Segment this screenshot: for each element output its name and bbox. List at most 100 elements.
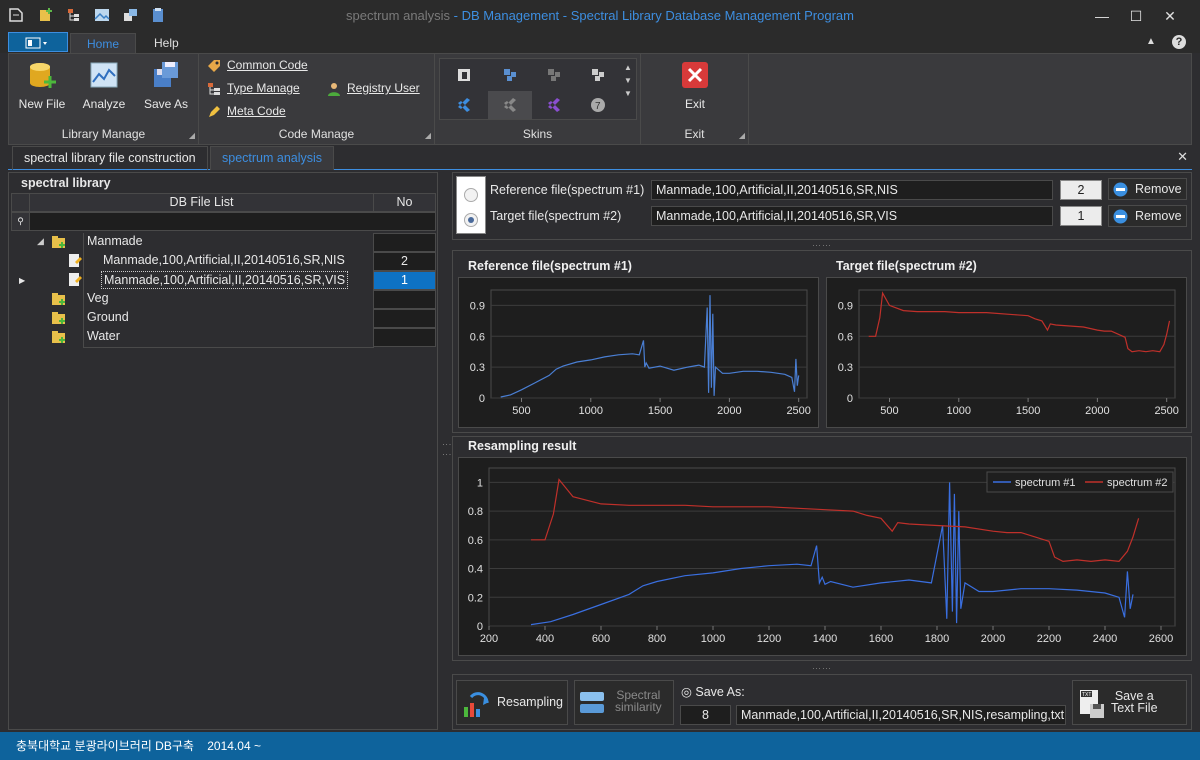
remove-icon bbox=[1113, 182, 1128, 197]
save-filename-field[interactable]: Manmade,100,Artificial,II,20140516,SR,NI… bbox=[736, 705, 1066, 725]
selected-skin[interactable] bbox=[488, 91, 532, 119]
group-skins: 7 ▲ ▼ ▼ Skins bbox=[435, 54, 641, 144]
y-tick-label: 0.4 bbox=[468, 564, 483, 576]
tree-label: Manmade,100,Artificial,II,20140516,SR,VI… bbox=[101, 271, 349, 289]
remove-target-button[interactable]: Remove bbox=[1108, 205, 1187, 227]
action-bar: Resampling Spectral similarity ◎ Save As:… bbox=[452, 674, 1192, 730]
seven-skin-icon[interactable]: 7 bbox=[590, 97, 606, 113]
app-menu-icon bbox=[25, 37, 47, 49]
close-tab-icon[interactable]: ✕ bbox=[1177, 149, 1188, 165]
blue-skin-icon[interactable] bbox=[502, 67, 518, 83]
registry-user-button[interactable]: Registry User bbox=[327, 81, 420, 96]
close-window-button[interactable]: ✕ bbox=[1155, 4, 1185, 28]
tree-row-ground[interactable]: Ground bbox=[29, 309, 374, 328]
tree-row-file-nis[interactable]: Manmade,100,Artificial,II,20140516,SR,NI… bbox=[29, 252, 374, 271]
new-file-button[interactable]: New File bbox=[13, 58, 71, 111]
gray-skin-icon[interactable] bbox=[590, 67, 606, 83]
application-menu-button[interactable] bbox=[8, 32, 68, 52]
y-tick-label: 0.9 bbox=[838, 300, 853, 312]
tree-row-veg[interactable]: Veg bbox=[29, 290, 374, 309]
no-cell-selected[interactable]: 1 bbox=[373, 271, 436, 290]
dialog-launcher-icon[interactable]: ◢ bbox=[739, 131, 745, 140]
vs-purple-skin-icon[interactable] bbox=[546, 97, 562, 113]
title-app: - DB Management - Spectral Library Datab… bbox=[450, 8, 854, 23]
exit-button[interactable]: Exit bbox=[665, 58, 725, 111]
tree-row-manmade[interactable]: ◢ Manmade bbox=[29, 233, 374, 252]
x-tick-label: 2200 bbox=[1037, 633, 1061, 645]
y-tick-label: 0.3 bbox=[470, 362, 485, 374]
reference-chart[interactable]: 0 0.3 0.6 0.9 500 1000 1500 2000 2500 bbox=[458, 277, 819, 428]
x-tick-label: 2000 bbox=[717, 405, 741, 417]
y-tick-label: 0.3 bbox=[838, 362, 853, 374]
svg-text:7: 7 bbox=[595, 101, 601, 112]
no-cell[interactable]: 2 bbox=[373, 252, 436, 271]
y-tick-label: 0 bbox=[479, 393, 485, 405]
radio-group bbox=[456, 176, 486, 234]
no-cell[interactable] bbox=[373, 328, 436, 347]
y-tick-label: 0.6 bbox=[468, 535, 483, 547]
reference-radio[interactable] bbox=[464, 188, 478, 202]
type-manage-button[interactable]: Type Manage bbox=[207, 81, 300, 96]
spectral-similarity-button[interactable]: Spectral similarity bbox=[574, 680, 674, 725]
x-tick-label: 1400 bbox=[813, 633, 837, 645]
analyze-button[interactable]: Analyze bbox=[75, 58, 133, 111]
save-as-button[interactable]: Save As bbox=[137, 58, 195, 111]
target-chart[interactable]: 0 0.3 0.6 0.9 500 1000 1500 2000 2500 bbox=[826, 277, 1187, 428]
group-code-manage: Common Code Type Manage Meta Code Regist… bbox=[199, 54, 435, 144]
no-cell[interactable] bbox=[373, 233, 436, 252]
new-file-label: New File bbox=[18, 97, 66, 111]
tab-home[interactable]: Home bbox=[70, 33, 137, 53]
y-tick-label: 0 bbox=[847, 393, 853, 405]
tree-row-file-vis[interactable]: Manmade,100,Artificial,II,20140516,SR,VI… bbox=[29, 271, 374, 290]
vertical-splitter[interactable]: ⋮⋮ bbox=[442, 440, 452, 460]
common-code-button[interactable]: Common Code bbox=[207, 58, 308, 73]
col-header-file-list[interactable]: DB File List bbox=[29, 193, 374, 212]
maximize-button[interactable]: ☐ bbox=[1121, 4, 1151, 28]
dialog-launcher-icon[interactable]: ◢ bbox=[189, 131, 195, 140]
tree-row-water[interactable]: Water bbox=[29, 328, 374, 347]
target-file-field[interactable]: Manmade,100,Artificial,II,20140516,SR,VI… bbox=[651, 206, 1053, 226]
type-tree-icon bbox=[208, 82, 220, 95]
auto-filter-row[interactable] bbox=[29, 212, 436, 231]
collapse-ribbon-icon[interactable]: ▲ bbox=[1146, 36, 1156, 47]
gallery-scroll[interactable]: ▲ ▼ ▼ bbox=[624, 61, 632, 100]
target-no-field[interactable]: 1 bbox=[1060, 206, 1102, 226]
dark-skin-icon[interactable] bbox=[546, 67, 562, 83]
file-icon bbox=[69, 273, 82, 286]
no-cell[interactable] bbox=[373, 309, 436, 328]
target-chart-title: Target file(spectrum #2) bbox=[836, 259, 977, 273]
expand-icon[interactable]: ◢ bbox=[37, 233, 44, 250]
horizontal-splitter[interactable]: ⋯⋯ bbox=[812, 663, 832, 674]
skins-caption: Skins bbox=[522, 127, 553, 141]
tab-help[interactable]: Help bbox=[138, 33, 195, 53]
col-header-no[interactable]: No bbox=[373, 193, 436, 212]
x-tick-label: 2000 bbox=[981, 633, 1005, 645]
vs-dark-skin-icon bbox=[504, 98, 516, 112]
tree-label: Manmade bbox=[87, 234, 143, 248]
save-number-field[interactable]: 8 bbox=[680, 705, 731, 725]
dialog-launcher-icon[interactable]: ◢ bbox=[425, 131, 431, 140]
reference-no-field[interactable]: 2 bbox=[1060, 180, 1102, 200]
filter-row-icon: ⚲ bbox=[11, 212, 30, 231]
remove-icon bbox=[1113, 209, 1128, 224]
help-icon[interactable]: ? bbox=[1172, 35, 1186, 49]
series-line-1 bbox=[530, 482, 1134, 626]
resampling-chart[interactable]: 0 0.2 0.4 0.6 0.8 1 200 400 600 800 1000 1200 1400 16… bbox=[458, 457, 1187, 656]
x-tick-label: 1500 bbox=[648, 405, 672, 417]
tab-library-construction[interactable]: spectral library file construction bbox=[12, 146, 208, 170]
office-skin-icon[interactable] bbox=[456, 67, 472, 83]
type-manage-label: Type Manage bbox=[227, 81, 300, 95]
save-text-file-button[interactable]: TXT Save a Text File bbox=[1072, 680, 1187, 725]
group-exit: Exit Exit ◢ bbox=[641, 54, 749, 144]
target-radio[interactable] bbox=[464, 213, 478, 227]
reference-file-field[interactable]: Manmade,100,Artificial,II,20140516,SR,NI… bbox=[651, 180, 1053, 200]
remove-reference-button[interactable]: Remove bbox=[1108, 178, 1187, 200]
resampling-button[interactable]: Resampling bbox=[456, 680, 568, 725]
folder-icon bbox=[52, 312, 65, 324]
vs-blue-skin-icon[interactable] bbox=[456, 97, 472, 113]
tab-spectrum-analysis[interactable]: spectrum analysis bbox=[210, 146, 335, 170]
meta-code-button[interactable]: Meta Code bbox=[207, 104, 286, 119]
minimize-button[interactable]: — bbox=[1087, 4, 1117, 28]
no-cell[interactable] bbox=[373, 290, 436, 309]
x-tick-label: 2600 bbox=[1149, 633, 1173, 645]
